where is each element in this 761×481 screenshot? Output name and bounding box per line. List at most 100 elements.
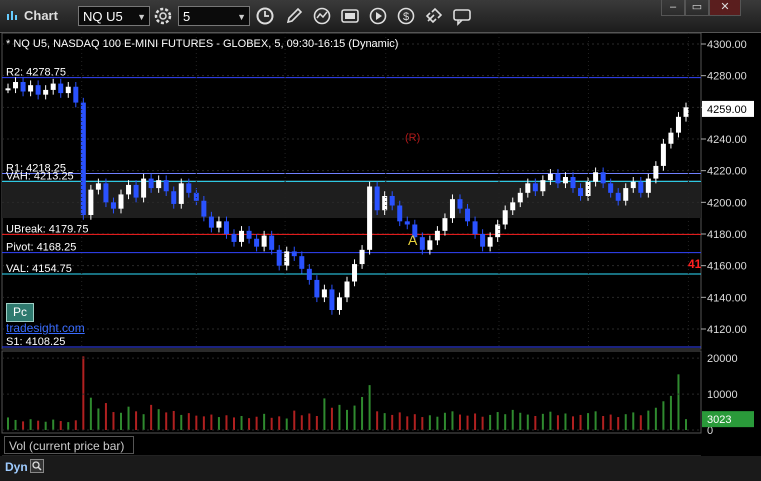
price-tick-label: 4120.00 (707, 324, 747, 336)
price-candle (404, 221, 410, 225)
interval-field[interactable]: 5 ▼ (178, 6, 250, 26)
volume-bar (240, 415, 243, 430)
price-candle (608, 183, 614, 193)
play-icon[interactable] (367, 6, 389, 26)
chevron-down-icon[interactable]: ▼ (237, 7, 246, 27)
volume-bar (677, 374, 680, 430)
indicator-icon[interactable] (311, 6, 333, 26)
volume-bar (647, 410, 650, 430)
volume-bar (255, 416, 258, 430)
price-candle (367, 186, 373, 250)
price-candle (95, 183, 101, 190)
price-candle (434, 230, 440, 241)
volume-bar (534, 415, 537, 430)
volume-bar (361, 396, 364, 430)
volume-bar (639, 415, 642, 430)
symbol-field[interactable]: NQ U5 ▼ (78, 6, 150, 26)
price-candle (683, 107, 689, 117)
volume-bar (685, 419, 687, 430)
data-window-icon[interactable] (339, 6, 361, 26)
annotation-41: 41 (688, 257, 702, 271)
current-volume-label: 3023 (707, 414, 731, 426)
chart-canvas[interactable]: R2: 4278.75R1: 4218.25VAH: 4213.25UBreak… (0, 33, 761, 456)
volume-bar (662, 401, 665, 430)
volume-bar (481, 416, 484, 430)
volume-bar (308, 413, 311, 430)
volume-bar (632, 412, 635, 430)
settings-gear-icon[interactable] (152, 6, 174, 26)
price-candle (600, 172, 606, 184)
volume-bar (654, 407, 657, 430)
price-candle (291, 251, 297, 257)
volume-bar (368, 385, 371, 430)
price-candle (397, 205, 403, 222)
price-candle (480, 234, 486, 247)
price-candle (156, 180, 162, 189)
volume-bar (549, 411, 552, 430)
price-candle (306, 268, 312, 280)
price-candle (269, 235, 275, 250)
price-candle (231, 234, 237, 242)
level-label-ubreak: UBreak: 4179.75 (6, 223, 89, 235)
annotation-r: (R) (405, 132, 420, 144)
volume-bar (195, 415, 198, 430)
volume-bar (37, 420, 40, 430)
volume-bar (172, 410, 175, 430)
clock-icon[interactable] (254, 6, 276, 26)
price-candle (314, 279, 320, 298)
volume-bar (376, 411, 379, 430)
chart-app-icon (7, 11, 17, 20)
volume-bar (97, 408, 100, 430)
price-candle (517, 192, 523, 203)
price-candle (35, 85, 41, 95)
price-tick-label: 4180.00 (707, 229, 747, 241)
price-candle (43, 89, 49, 95)
price-candle (645, 178, 651, 193)
pencil-draw-icon[interactable] (283, 6, 305, 26)
volume-bar (300, 415, 303, 430)
price-candle (555, 173, 561, 184)
price-candle (254, 238, 260, 247)
restore-button[interactable]: ▭ (685, 0, 709, 16)
price-candle (374, 186, 380, 211)
volume-bar (338, 404, 341, 430)
chat-icon[interactable] (451, 6, 473, 26)
volume-bar (263, 413, 266, 430)
price-candle (449, 199, 455, 219)
link-icon[interactable] (423, 6, 445, 26)
volume-bar (59, 421, 62, 430)
price-candle (28, 85, 34, 92)
volume-bar (74, 420, 77, 430)
price-candle (653, 165, 659, 179)
volume-bar (7, 417, 9, 430)
title-bar: Chart NQ U5 ▼ 5 ▼ $ – ▭ ✕ (0, 0, 761, 33)
symbol-value: NQ U5 (83, 9, 123, 24)
brand-link[interactable]: tradesight.com (6, 321, 85, 335)
volume-bar (225, 415, 228, 430)
price-candle (495, 224, 501, 238)
volume-label: Vol (current price bar) (4, 436, 134, 454)
dollar-icon[interactable]: $ (395, 6, 417, 26)
price-tick-label: 4140.00 (707, 292, 747, 304)
price-candle (615, 192, 621, 201)
volume-bar (526, 414, 529, 430)
volume-bar (459, 414, 461, 430)
chevron-down-icon[interactable]: ▼ (137, 7, 146, 27)
volume-bar (436, 416, 439, 430)
volume-bar (564, 413, 567, 430)
volume-bar (22, 421, 25, 430)
close-button[interactable]: ✕ (709, 0, 741, 16)
level-label-r2: R2: 4278.75 (6, 67, 66, 79)
price-candle (329, 289, 335, 310)
price-candle (321, 289, 327, 298)
price-candle (186, 183, 192, 193)
price-candle (442, 218, 448, 231)
pc-button[interactable]: Pc (6, 303, 34, 322)
volume-bar (353, 405, 356, 430)
volume-bar (398, 412, 401, 430)
price-candle (110, 202, 116, 209)
zoom-icon[interactable] (30, 459, 44, 473)
price-candle (570, 177, 576, 189)
minimize-button[interactable]: – (661, 0, 685, 16)
dyn-label: Dyn (5, 460, 28, 474)
